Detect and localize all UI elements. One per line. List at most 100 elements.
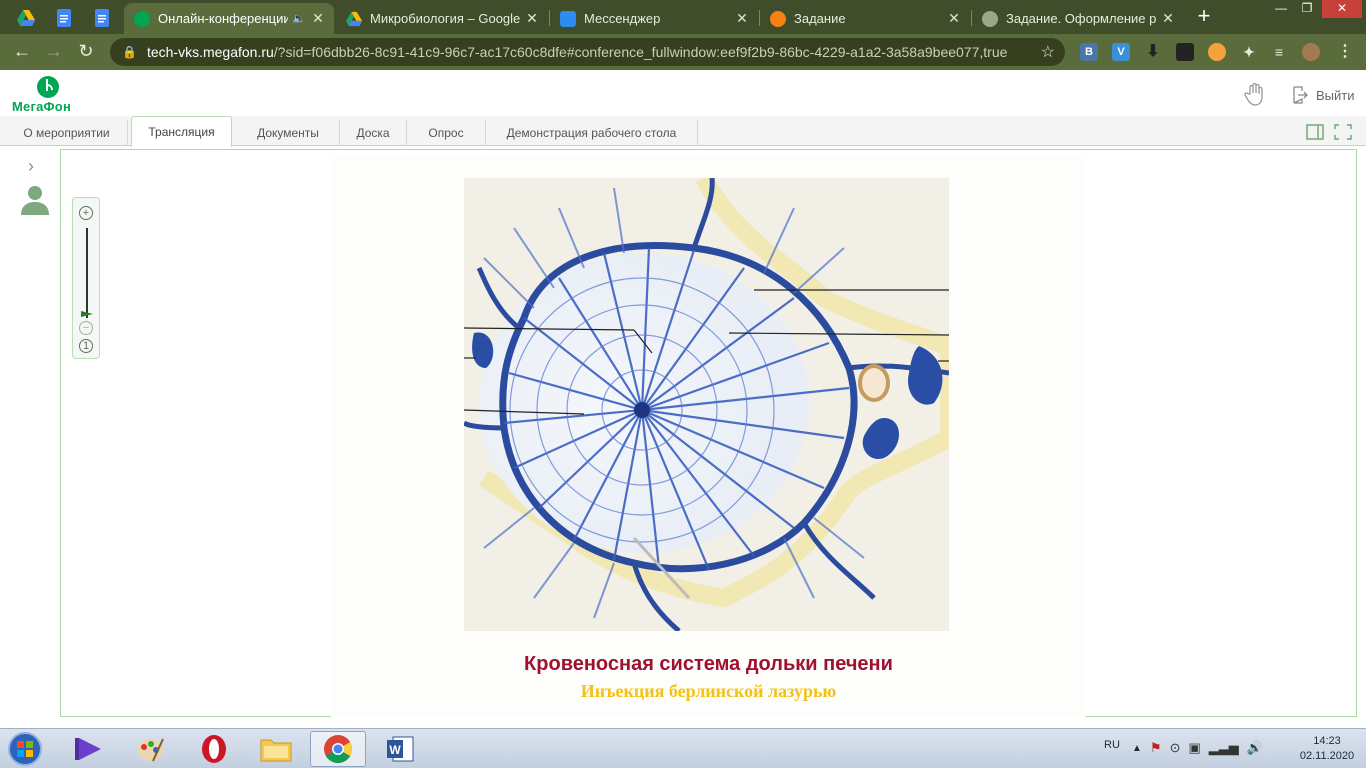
download-icon[interactable]: ⬇ (1144, 43, 1162, 61)
clock[interactable]: 14:23 02.11.2020 (1296, 734, 1358, 764)
paint-glyph (137, 738, 164, 762)
lock-icon[interactable]: 🔒 (122, 45, 137, 59)
v-extension-icon[interactable]: V (1112, 43, 1130, 61)
word-icon[interactable]: W (372, 731, 428, 767)
media-player-glyph (75, 738, 101, 760)
tab-title: Мессенджер (584, 11, 661, 26)
megafon-favicon (134, 10, 150, 27)
slide-subtitle: Инъекция берлинской лазурью (580, 681, 837, 701)
extensions-puzzle-icon[interactable]: ✦ (1240, 43, 1258, 61)
tab-whiteboard[interactable]: Доска (340, 120, 407, 146)
tab-poll[interactable]: Опрос (407, 120, 486, 146)
zoom-reset-button[interactable]: 1 (79, 339, 93, 353)
participants-rail: › (0, 146, 60, 718)
moodle-favicon (770, 10, 786, 27)
show-hidden-icons-icon[interactable]: ▲ (1132, 743, 1142, 754)
action-center-icon[interactable]: ⚑ (1150, 740, 1162, 756)
url-path: /?sid=f06dbb26-8c91-41c9-96c7-ac17c60c8d… (273, 44, 1008, 60)
word-glyph: W (387, 736, 414, 762)
opera-icon[interactable] (186, 731, 242, 767)
address-bar[interactable]: 🔒 tech-vks.megafon.ru /?sid=f06dbb26-8c9… (110, 38, 1065, 66)
browser-tab-essay[interactable]: Задание. Оформление реф ✕ (972, 3, 1184, 34)
tab-broadcast[interactable]: Трансляция (131, 116, 232, 147)
chrome-glyph (324, 735, 352, 763)
browser-menu-icon[interactable]: ⋮ (1336, 43, 1354, 61)
windows-taskbar: W RU ▲ ⚑ ⊙ ▣ ▂▃▅ 🔊 14:23 02.11.2020 (0, 728, 1366, 768)
minimize-window-button[interactable]: — (1268, 0, 1294, 18)
tab-screen-share[interactable]: Демонстрация рабочего стола (486, 120, 698, 146)
file-explorer-icon[interactable] (248, 731, 304, 767)
raise-hand-icon[interactable] (1244, 82, 1266, 106)
reading-list-icon[interactable]: ≡ (1270, 43, 1288, 61)
close-tab-icon[interactable]: ✕ (946, 10, 962, 27)
megafon-logo[interactable]: МегаФон (12, 75, 92, 115)
close-tab-icon[interactable]: ✕ (1160, 10, 1176, 27)
tab-title: Задание. Оформление реф (1006, 11, 1156, 26)
google-drive-icon (17, 10, 35, 26)
language-indicator[interactable]: RU (1104, 739, 1120, 751)
avatar-extension-icon[interactable] (1208, 43, 1226, 61)
participant-icon[interactable] (20, 184, 50, 216)
messenger-favicon (560, 10, 576, 27)
paint-icon[interactable] (122, 731, 178, 767)
back-button[interactable]: ← (10, 40, 34, 64)
media-player-icon[interactable] (60, 731, 116, 767)
url-host: tech-vks.megafon.ru (146, 44, 274, 60)
new-tab-button[interactable]: + (1190, 4, 1218, 30)
close-tab-icon[interactable]: ✕ (734, 10, 750, 27)
google-docs-icon (57, 9, 71, 27)
fullscreen-icon[interactable] (1334, 124, 1352, 140)
exit-icon (1293, 86, 1308, 104)
start-button[interactable] (4, 730, 46, 768)
svg-text:W: W (389, 743, 401, 757)
browser-tab-microbiology[interactable]: Микробиология – Google Д ✕ (336, 3, 548, 34)
browser-tab-online-conference[interactable]: Онлайн-конференции 🔈 ✕ (124, 3, 334, 34)
device-icon[interactable]: ▣ (1188, 740, 1200, 756)
pinned-tab-google-docs[interactable] (46, 4, 82, 32)
clock-time: 14:23 (1313, 735, 1341, 747)
zoom-slider-track[interactable] (86, 228, 88, 318)
zoom-in-button[interactable]: + (79, 206, 93, 220)
forward-button[interactable]: → (42, 40, 66, 64)
slide-title: Кровеносная система дольки печени (524, 653, 893, 675)
close-tab-icon[interactable]: ✕ (524, 10, 540, 27)
system-tray: ▲ ⚑ ⊙ ▣ ▂▃▅ 🔊 (1132, 740, 1263, 756)
bookmark-star-icon[interactable]: ☆ (1041, 42, 1055, 62)
tab-title: Задание (794, 11, 846, 26)
browser-tab-strip: Онлайн-конференции 🔈 ✕ Микробиология – G… (0, 0, 1366, 34)
exit-button[interactable]: Выйти (1292, 86, 1355, 104)
folder-glyph (260, 739, 292, 762)
volume-icon[interactable]: 🔊 (1247, 740, 1263, 756)
liver-lobule-illustration (464, 178, 949, 631)
presentation-slide: Кровеносная система дольки печени Инъекц… (331, 156, 1086, 717)
browser-tab-assignment[interactable]: Задание ✕ (760, 3, 970, 34)
broadcast-viewport: + − 1 Кровеносная система дольки печени … (60, 149, 1357, 717)
sync-icon[interactable]: ⊙ (1170, 740, 1181, 756)
chevron-right-icon[interactable]: › (28, 156, 34, 177)
browser-tab-messenger[interactable]: Мессенджер ✕ (550, 3, 758, 34)
profile-avatar[interactable] (1302, 43, 1320, 61)
conference-tab-bar: О мероприятии Трансляция Документы Доска… (0, 116, 1366, 147)
split-view-icon[interactable] (1306, 124, 1324, 140)
view-controls (1306, 124, 1352, 140)
tab-documents[interactable]: Документы (237, 120, 340, 146)
vk-extension-icon[interactable]: В (1080, 43, 1098, 61)
pinned-tab-google-docs-2[interactable] (84, 4, 120, 32)
tab-title: Микробиология – Google Д (370, 11, 520, 26)
megafon-logo-icon (37, 76, 59, 98)
network-signal-icon[interactable]: ▂▃▅ (1209, 740, 1239, 756)
cube-extension-icon[interactable] (1176, 43, 1194, 61)
zoom-out-button[interactable]: − (79, 321, 93, 335)
close-tab-icon[interactable]: ✕ (310, 10, 326, 27)
tab-title: Онлайн-конференции (158, 11, 289, 26)
opera-glyph (202, 735, 226, 763)
exit-label: Выйти (1316, 87, 1355, 103)
chrome-icon[interactable] (310, 731, 366, 767)
pinned-tab-google-drive[interactable] (8, 4, 44, 32)
reload-button[interactable]: ↻ (74, 40, 98, 64)
tab-about-event[interactable]: О мероприятии (6, 120, 128, 146)
restore-window-button[interactable]: ❐ (1294, 0, 1320, 18)
close-window-button[interactable]: ✕ (1322, 0, 1362, 18)
zoom-control: + − 1 (72, 197, 100, 359)
audio-playing-icon[interactable]: 🔈 (292, 12, 306, 25)
